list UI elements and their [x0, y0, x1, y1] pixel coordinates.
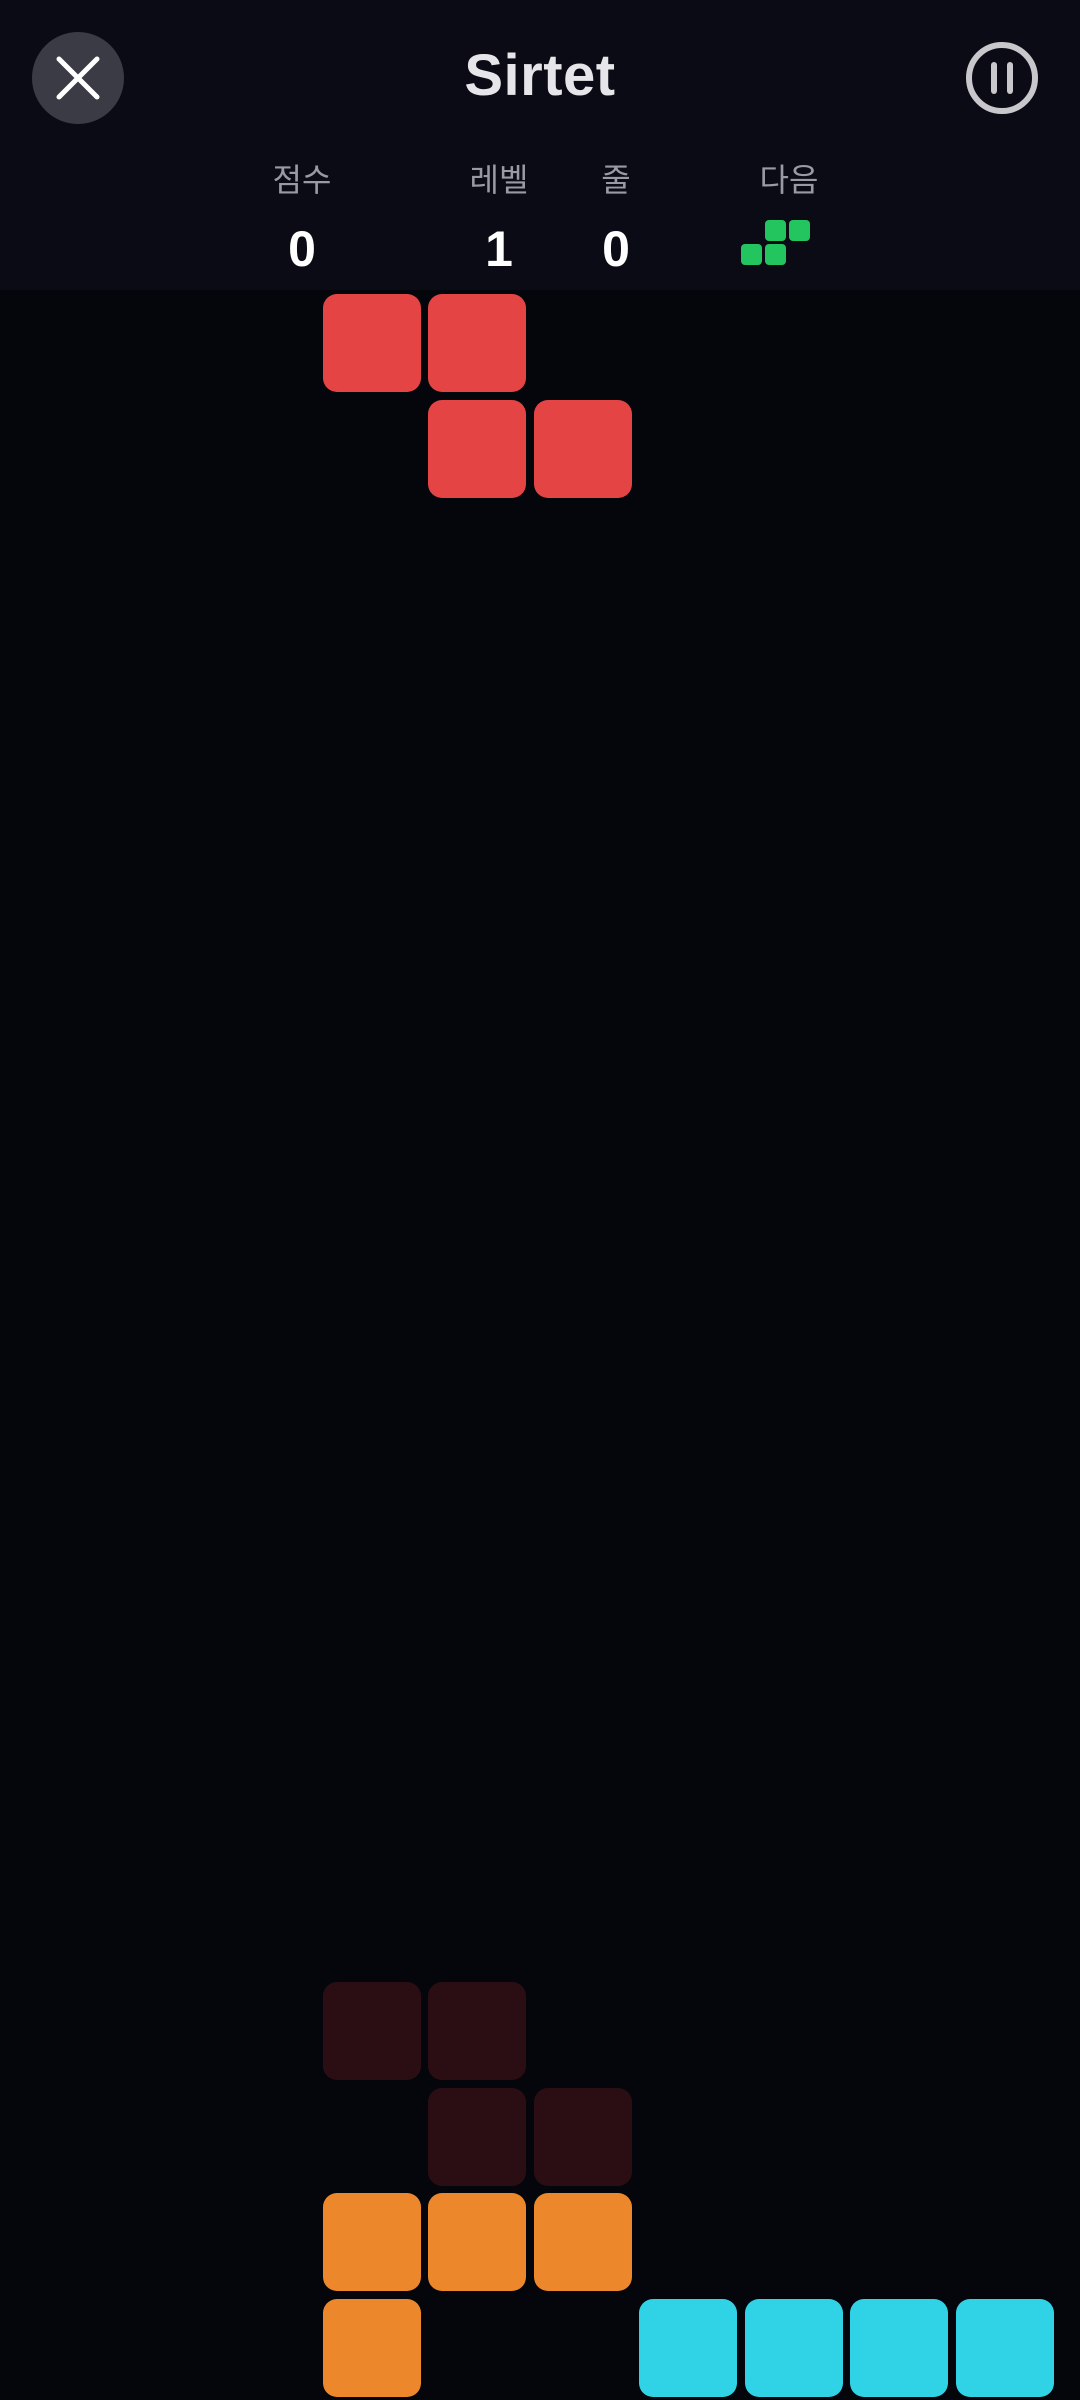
next-piece-cell [741, 244, 762, 265]
next-piece-cell [765, 220, 786, 241]
ghost-piece-cell [533, 2087, 632, 2186]
active-piece-cell [428, 399, 526, 498]
score-label: 점수 [272, 161, 332, 199]
next-piece-preview [740, 220, 820, 270]
locked-block-cell [955, 2298, 1054, 2397]
score-value: 0 [288, 221, 316, 277]
pause-button[interactable] [964, 40, 1040, 116]
locked-block-cell [639, 2298, 737, 2397]
game-header: Sirtet 점수 0 레벨 1 줄 0 다음 [0, 0, 1080, 290]
pause-icon [966, 42, 1038, 114]
game-title: Sirtet [464, 43, 616, 108]
active-piece-cell [533, 399, 632, 498]
score-stat: 점수 0 [232, 156, 372, 284]
next-piece-cell [765, 244, 786, 265]
next-label: 다음 [759, 161, 819, 199]
locked-block-cell [322, 2193, 421, 2291]
lines-stat: 줄 0 [546, 156, 686, 284]
ghost-piece-cell [428, 2087, 526, 2186]
locked-block-cell [428, 2193, 526, 2291]
game-board[interactable] [4, 290, 1078, 2400]
next-piece-cell [789, 220, 810, 241]
lines-value: 0 [602, 221, 630, 277]
locked-block-cell [850, 2298, 948, 2397]
next-stat: 다음 [719, 156, 859, 204]
ghost-piece-cell [428, 1982, 526, 2080]
locked-block-cell [744, 2298, 843, 2397]
active-piece-cell [428, 294, 526, 392]
lines-label: 줄 [601, 161, 631, 199]
locked-block-cell [533, 2193, 632, 2291]
active-piece-cell [322, 294, 421, 392]
ghost-piece-cell [322, 1982, 421, 2080]
locked-block-cell [322, 2298, 421, 2397]
